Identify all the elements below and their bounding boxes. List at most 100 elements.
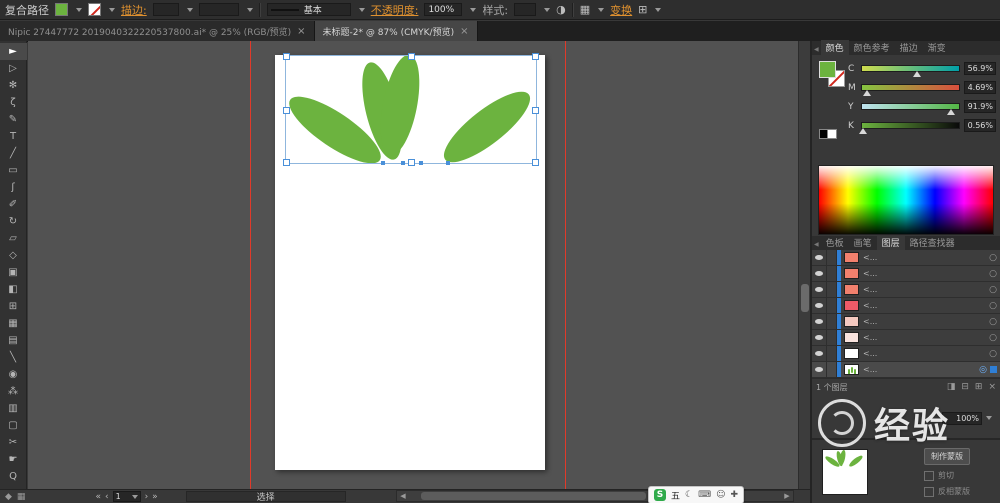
sogou-logo-icon[interactable]: S — [654, 489, 666, 501]
layer-row[interactable]: <... ◎ — [812, 362, 1000, 378]
anchor-point[interactable] — [401, 161, 405, 165]
make-clipping-mask-icon[interactable]: ◨ — [947, 382, 956, 392]
shape-builder-tool[interactable]: ◧ — [0, 281, 27, 298]
document-tab-active[interactable]: 未标题-2* @ 87% (CMYK/预览) × — [314, 21, 478, 41]
stroke-link[interactable]: 描边: — [121, 2, 147, 18]
fill-stroke-indicator[interactable] — [819, 61, 845, 87]
magic-wand-tool[interactable]: ✻ — [0, 77, 27, 94]
lock-cell[interactable] — [827, 314, 837, 329]
target-icon[interactable]: ○ — [989, 333, 997, 343]
hand-tool[interactable]: ☛ — [0, 451, 27, 468]
make-mask-button[interactable]: 制作蒙版 — [924, 448, 970, 465]
opacity-value-box[interactable]: 100% — [424, 3, 463, 16]
zoom-tool[interactable]: Q — [0, 468, 27, 485]
slider-handle[interactable] — [858, 128, 867, 134]
fill-swatch[interactable] — [819, 61, 836, 78]
tab-颜色[interactable]: 颜色 — [820, 40, 849, 55]
chevron-down-icon[interactable] — [246, 7, 253, 12]
target-icon[interactable]: ○ — [989, 301, 997, 311]
pen-tool[interactable]: ✎ — [0, 111, 27, 128]
scale-tool[interactable]: ▱ — [0, 230, 27, 247]
checkbox-icon[interactable] — [924, 486, 934, 497]
chevron-down-icon[interactable] — [109, 7, 115, 12]
selection-bounding-box[interactable] — [283, 53, 539, 166]
lock-cell[interactable] — [827, 266, 837, 281]
color-spectrum[interactable] — [818, 165, 994, 235]
artboard-number-dropdown[interactable]: 1 — [112, 491, 141, 502]
target-icon[interactable]: ○ — [989, 253, 997, 263]
night-mode-icon[interactable]: ☾ — [685, 490, 693, 500]
line-segment-tool[interactable]: ╱ — [0, 145, 27, 162]
target-icon[interactable]: ○ — [989, 317, 997, 327]
rotate-tool[interactable]: ↻ — [0, 213, 27, 230]
slider-value-box[interactable]: 4.69% — [964, 81, 996, 94]
tab-颜色参考[interactable]: 颜色参考 — [849, 40, 895, 55]
toolbox-icon[interactable]: ✚ — [730, 490, 738, 500]
visibility-toggle[interactable] — [812, 250, 827, 265]
resize-handle[interactable] — [283, 106, 290, 114]
layer-name[interactable]: <... — [863, 301, 989, 310]
resize-handle[interactable] — [283, 159, 290, 166]
emoji-icon[interactable]: ☺ — [716, 490, 725, 500]
layer-row[interactable]: <... ○ — [812, 330, 1000, 346]
stroke-none-swatch[interactable] — [88, 3, 101, 16]
chevron-down-icon[interactable] — [986, 416, 992, 420]
layer-name[interactable]: <... — [863, 317, 989, 326]
mesh-tool[interactable]: ▦ — [0, 315, 27, 332]
resize-handle[interactable] — [532, 159, 539, 166]
vertical-guide[interactable] — [250, 41, 251, 489]
layer-row[interactable]: <... ○ — [812, 282, 1000, 298]
visibility-toggle[interactable] — [812, 346, 827, 361]
chevron-down-icon[interactable] — [358, 7, 365, 12]
column-graph-tool[interactable]: ▥ — [0, 400, 27, 417]
first-artboard-icon[interactable]: « — [95, 492, 101, 502]
visibility-toggle[interactable] — [812, 314, 827, 329]
chevron-down-icon[interactable] — [76, 7, 82, 12]
resize-handle[interactable] — [408, 53, 415, 60]
transform-link[interactable]: 变换 — [610, 2, 632, 18]
slider-handle[interactable] — [913, 71, 922, 77]
checkbox-icon[interactable] — [924, 470, 934, 481]
type-tool[interactable]: T — [0, 128, 27, 145]
layer-name[interactable]: <... — [863, 333, 989, 342]
anchor-point[interactable] — [381, 161, 385, 165]
default-colors-control[interactable] — [819, 129, 837, 139]
layer-name[interactable]: <... — [863, 349, 989, 358]
tab-路径查找器[interactable]: 路径查找器 — [905, 235, 960, 250]
slider-track[interactable] — [861, 84, 960, 96]
resize-handle[interactable] — [532, 106, 539, 114]
artboard-tool[interactable]: ▢ — [0, 417, 27, 434]
lock-cell[interactable] — [827, 330, 837, 345]
target-icon[interactable]: ○ — [989, 285, 997, 295]
direct-selection-tool[interactable]: ▷ — [0, 60, 27, 77]
layer-row[interactable]: <... ○ — [812, 314, 1000, 330]
target-icon[interactable]: ◎ — [979, 365, 987, 375]
resize-handle[interactable] — [283, 53, 290, 60]
layer-row[interactable]: <... ○ — [812, 250, 1000, 266]
align-options-icon[interactable]: ▦ — [580, 4, 590, 15]
layer-name[interactable]: <... — [863, 365, 979, 374]
target-icon[interactable]: ○ — [989, 269, 997, 279]
lock-cell[interactable] — [827, 346, 837, 361]
status-pages-icon[interactable]: ▦ — [17, 492, 26, 502]
lock-cell[interactable] — [827, 298, 837, 313]
perspective-grid-tool[interactable]: ⊞ — [0, 298, 27, 315]
object-thumbnail[interactable] — [822, 449, 868, 495]
tab-描边[interactable]: 描边 — [895, 40, 923, 55]
anchor-point[interactable] — [446, 161, 450, 165]
rectangle-tool[interactable]: ▭ — [0, 162, 27, 179]
slider-handle[interactable] — [947, 109, 956, 115]
tab-色板[interactable]: 色板 — [821, 235, 849, 250]
lock-cell[interactable] — [827, 282, 837, 297]
slider-track[interactable] — [861, 103, 960, 115]
new-layer-icon[interactable]: ⊞ — [975, 382, 983, 392]
visibility-toggle[interactable] — [812, 266, 827, 281]
recolor-artwork-icon[interactable]: ◑ — [556, 4, 566, 15]
more-options-icon[interactable]: ⊞ — [638, 4, 647, 15]
vertical-scrollbar-thumb[interactable] — [801, 284, 809, 312]
new-sublayer-icon[interactable]: ⊟ — [961, 382, 969, 392]
slider-value-box[interactable]: 0.56% — [964, 119, 996, 132]
opacity-link[interactable]: 不透明度: — [371, 2, 419, 18]
stroke-weight-box[interactable] — [152, 3, 179, 16]
keyboard-icon[interactable]: ⌨ — [698, 490, 711, 500]
